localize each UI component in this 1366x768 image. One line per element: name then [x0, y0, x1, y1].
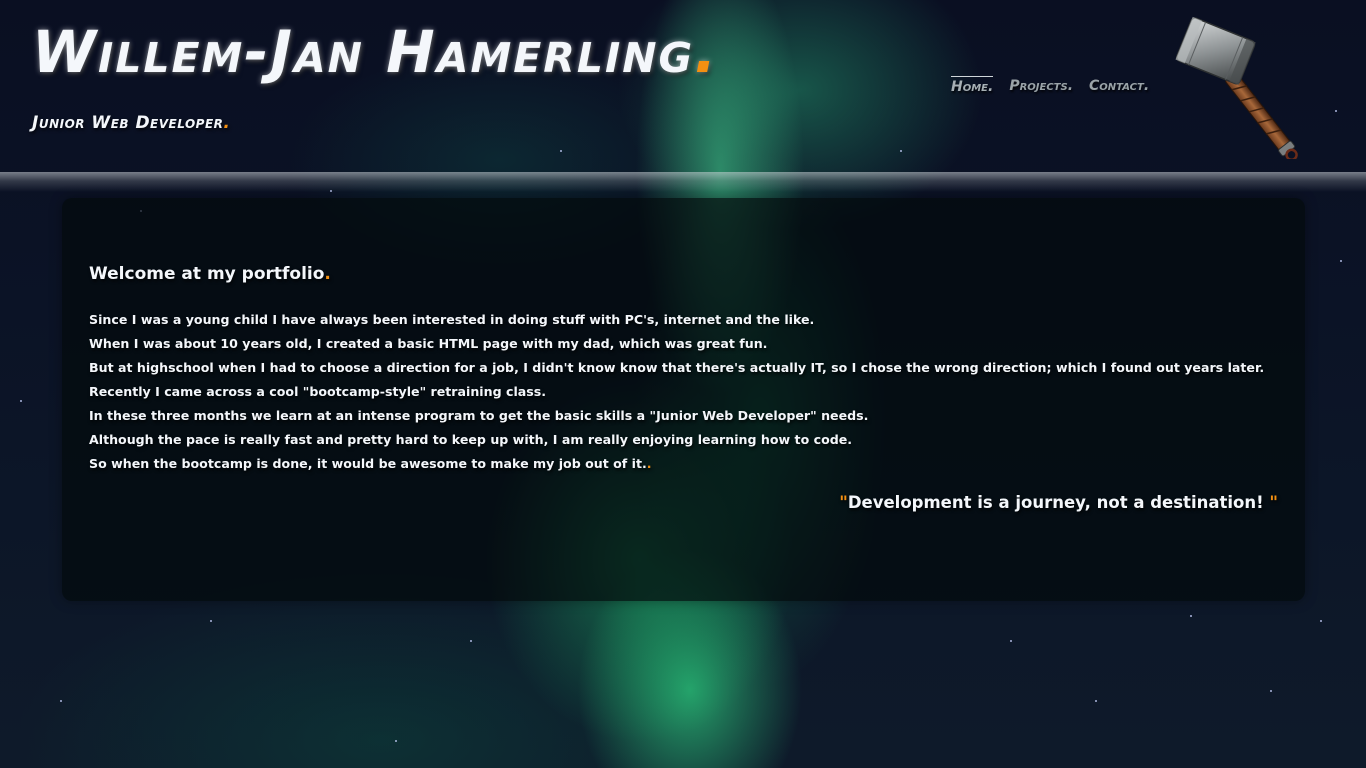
intro-line-text: So when the bootcamp is done, it would b… [89, 456, 647, 471]
quote: "Development is a journey, not a destina… [839, 493, 1278, 512]
main-nav: Home. Projects. Contact. [951, 76, 1149, 95]
intro-final-dot: . [646, 456, 652, 471]
quote-close-mark: " [1269, 493, 1278, 512]
site-title-text: Willem-Jan Hamerling [32, 18, 695, 86]
quote-text: Development is a journey, not a destinat… [847, 493, 1270, 512]
intro-text: Since I was a young child I have always … [89, 308, 1289, 476]
intro-line: When I was about 10 years old, I created… [89, 336, 768, 351]
hammer-icon [1175, 16, 1298, 159]
intro-line: Although the pace is really fast and pre… [89, 432, 853, 447]
welcome-heading-dot: . [324, 264, 331, 284]
nav-link-home[interactable]: Home. [951, 76, 994, 95]
quote-open-mark: " [839, 493, 848, 512]
welcome-heading-text: Welcome at my portfolio [89, 264, 325, 284]
nav-link-projects[interactable]: Projects. [1009, 76, 1073, 95]
intro-line-last: So when the bootcamp is done, it would b… [89, 452, 1289, 476]
intro-line: Since I was a young child I have always … [89, 312, 815, 327]
nav-link-contact[interactable]: Contact. [1089, 76, 1149, 95]
site-subtitle-text: Junior Web Developer [32, 113, 224, 133]
site-title: Willem-Jan Hamerling. [32, 18, 718, 86]
header-divider [0, 172, 1366, 192]
intro-line: But at highschool when I had to choose a… [89, 360, 1265, 375]
intro-line: Recently I came across a cool "bootcamp-… [89, 384, 547, 399]
welcome-heading: Welcome at my portfolio. [89, 264, 331, 284]
site-subtitle-dot: . [223, 113, 231, 133]
content-card: Welcome at my portfolio. Since I was a y… [62, 198, 1305, 601]
site-subtitle: Junior Web Developer. [32, 113, 230, 133]
site-title-dot: . [694, 18, 719, 86]
intro-line: In these three months we learn at an int… [89, 408, 869, 423]
